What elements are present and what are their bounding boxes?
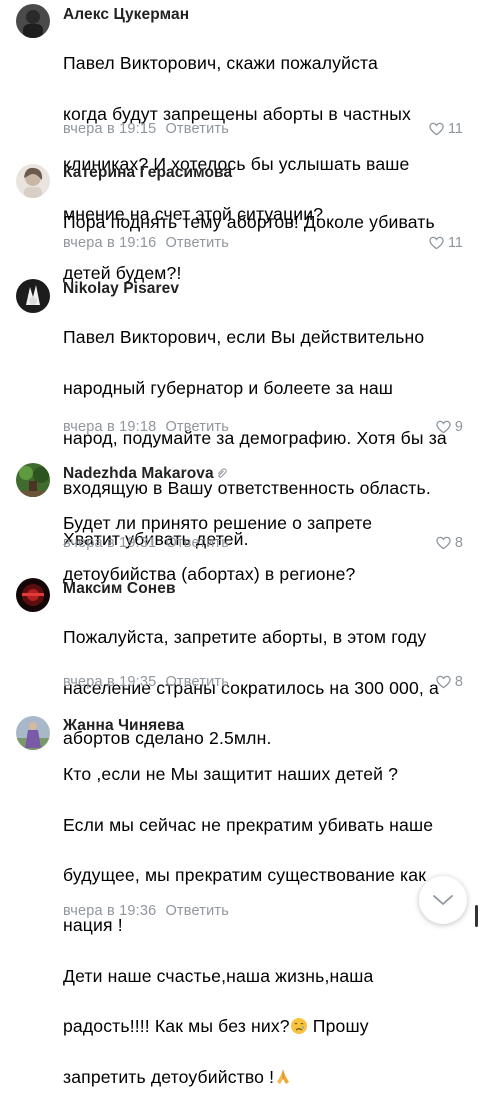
reply-button[interactable]: Ответить — [165, 419, 229, 435]
author-name[interactable]: Nadezhda Makarova — [63, 465, 214, 482]
comment-text-line: запретить детоубийство ! — [63, 1065, 463, 1090]
comment-meta: вчера в 19:16 Ответить — [63, 235, 229, 251]
text-fragment: радость!!!! Как мы без них? — [63, 1016, 290, 1037]
like-button[interactable]: 8 — [436, 535, 463, 551]
comment-text-line: народный губернатор и болеете за наш — [63, 377, 394, 398]
scrollbar-thumb[interactable] — [475, 905, 478, 927]
comment-meta: вчера в 19:31 Ответить — [63, 535, 229, 551]
reply-button[interactable]: Ответить — [165, 121, 229, 137]
comment-text-line: будущее, мы прекратим существование как — [63, 865, 427, 886]
folded-hands-emoji — [277, 1069, 290, 1084]
comment-time: вчера в 19:18 — [63, 419, 157, 435]
like-count: 11 — [447, 121, 463, 137]
comment-text-line: Дети наше счастье,наша жизнь,наша — [63, 965, 374, 986]
comment-author[interactable]: Жанна Чиняева — [63, 717, 184, 735]
comment-text-line: Если мы сейчас не прекратим убивать наше — [63, 814, 434, 835]
comment-text-line: Пожалуйста, запретите аборты, в этом год… — [63, 627, 427, 648]
comment-text-line: Кто ,если не Мы защитит наших детей ? — [63, 764, 399, 785]
heart-outline-icon — [429, 236, 444, 250]
reply-button[interactable]: Ответить — [165, 674, 229, 690]
comment-meta: вчера в 19:15 Ответить — [63, 121, 229, 137]
reply-button[interactable]: Ответить — [165, 903, 229, 919]
like-count: 8 — [454, 674, 463, 690]
like-count: 8 — [454, 535, 463, 551]
avatar[interactable] — [16, 164, 50, 198]
text-fragment: Прошу — [307, 1016, 369, 1037]
comment-author[interactable]: Nikolay Pisarev — [63, 280, 179, 298]
like-count: 11 — [447, 235, 463, 251]
comment-text-line: Пора поднять тему абортов! Доколе убиват… — [63, 212, 435, 233]
text-fragment: запретить детоубийство ! — [63, 1066, 275, 1087]
comment-time: вчера в 19:16 — [63, 235, 157, 251]
comment-time: вчера в 19:35 — [63, 674, 157, 690]
like-button[interactable]: 11 — [429, 121, 463, 137]
reply-button[interactable]: Ответить — [165, 235, 229, 251]
comment-meta: вчера в 19:18 Ответить — [63, 419, 229, 435]
crying-face-emoji — [290, 1018, 307, 1035]
comment-text-line: Павел Викторович, скажи пожалуйста — [63, 53, 378, 74]
like-button[interactable]: 11 — [429, 235, 463, 251]
comment-time: вчера в 19:31 — [63, 535, 157, 551]
avatar[interactable] — [16, 4, 50, 38]
comment-time: вчера в 19:15 — [63, 121, 157, 137]
comment-time: вчера в 19:36 — [63, 903, 157, 919]
like-button[interactable]: 9 — [436, 419, 463, 435]
chevron-down-icon — [433, 895, 453, 905]
comment-meta: вчера в 19:35 Ответить — [63, 674, 229, 690]
comment-author[interactable]: Максим Сонев — [63, 580, 176, 598]
comment-text-line: радость!!!! Как мы без них? Прошу — [63, 1014, 463, 1039]
comment-text-line: Будет ли принято решение о запрете — [63, 513, 373, 534]
comment-text: Кто ,если не Мы защитит наших детей ? Ес… — [63, 737, 463, 1115]
like-count: 9 — [454, 419, 463, 435]
avatar[interactable] — [16, 463, 50, 497]
like-button[interactable]: 8 — [436, 674, 463, 690]
comment-author[interactable]: Алекс Цукерман — [63, 6, 189, 24]
comment-author[interactable]: Катерина Герасимова — [63, 164, 232, 182]
avatar[interactable] — [16, 716, 50, 750]
comment-meta: вчера в 19:36 Ответить — [63, 903, 229, 919]
avatar[interactable] — [16, 279, 50, 313]
avatar[interactable] — [16, 578, 50, 612]
paperclip-icon — [217, 468, 227, 478]
comment-author: Nadezhda Makarova — [63, 465, 228, 483]
heart-outline-icon — [436, 420, 451, 434]
heart-outline-icon — [429, 122, 444, 136]
comment-text-line: Павел Викторович, если Вы действительно — [63, 327, 425, 348]
reply-button[interactable]: Ответить — [165, 535, 229, 551]
heart-outline-icon — [436, 675, 451, 689]
heart-outline-icon — [436, 536, 451, 550]
scroll-down-button[interactable] — [419, 876, 467, 924]
